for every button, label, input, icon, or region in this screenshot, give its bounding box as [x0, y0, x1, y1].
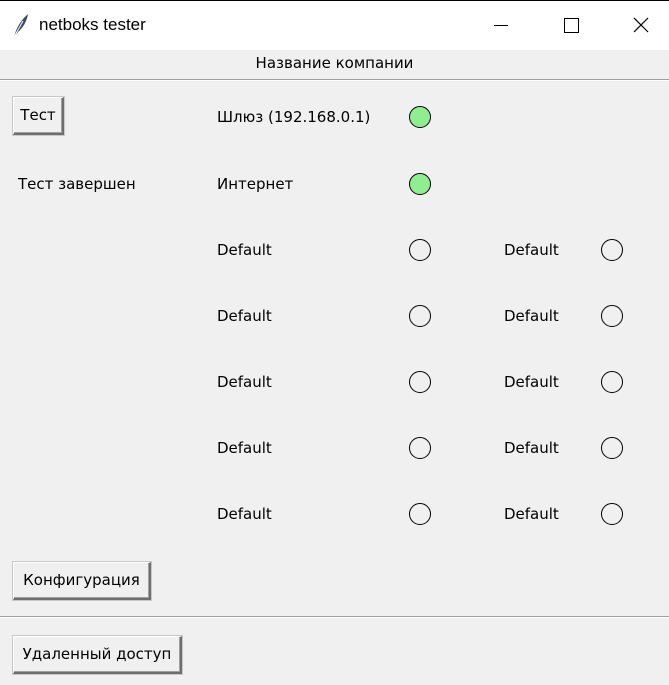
minimize-icon	[494, 25, 508, 26]
company-name: Название компании	[255, 54, 414, 72]
close-icon	[633, 17, 649, 33]
check-label: Default	[504, 307, 559, 325]
remote-access-button[interactable]: Удаленный доступ	[13, 636, 182, 674]
title-bar[interactable]: netboks tester	[0, 0, 669, 50]
check-label: Default	[217, 241, 272, 259]
status-indicator	[409, 437, 431, 459]
status-indicator	[409, 371, 431, 393]
check-label-gateway: Шлюз (192.168.0.1)	[217, 108, 371, 126]
check-label: Default	[504, 373, 559, 391]
test-status-label: Тест завершен	[18, 175, 136, 193]
app-window: netboks tester Название компании Тест Те…	[0, 0, 669, 685]
maximize-button[interactable]	[536, 1, 606, 50]
check-label-internet: Интернет	[217, 175, 294, 193]
close-button[interactable]	[606, 1, 669, 50]
status-indicator	[601, 503, 623, 525]
status-indicator	[409, 503, 431, 525]
footer-divider	[0, 616, 669, 618]
status-indicator-gateway	[409, 106, 431, 128]
status-indicator	[409, 239, 431, 261]
check-label: Default	[217, 373, 272, 391]
check-label: Default	[217, 307, 272, 325]
check-label: Default	[504, 505, 559, 523]
test-button[interactable]: Тест	[13, 97, 64, 135]
maximize-icon	[564, 18, 579, 33]
status-indicator	[601, 437, 623, 459]
status-indicator-internet	[409, 173, 431, 195]
window-title: netboks tester	[39, 15, 146, 34]
status-indicator	[601, 305, 623, 327]
check-label: Default	[217, 505, 272, 523]
header-divider	[0, 79, 669, 81]
check-label: Default	[504, 439, 559, 457]
config-button[interactable]: Конфигурация	[13, 562, 151, 600]
check-label: Default	[504, 241, 559, 259]
status-indicator	[601, 371, 623, 393]
check-label: Default	[217, 439, 272, 457]
status-indicator	[409, 305, 431, 327]
feather-icon	[11, 12, 31, 38]
status-indicator	[601, 239, 623, 261]
minimize-button[interactable]	[466, 1, 536, 50]
